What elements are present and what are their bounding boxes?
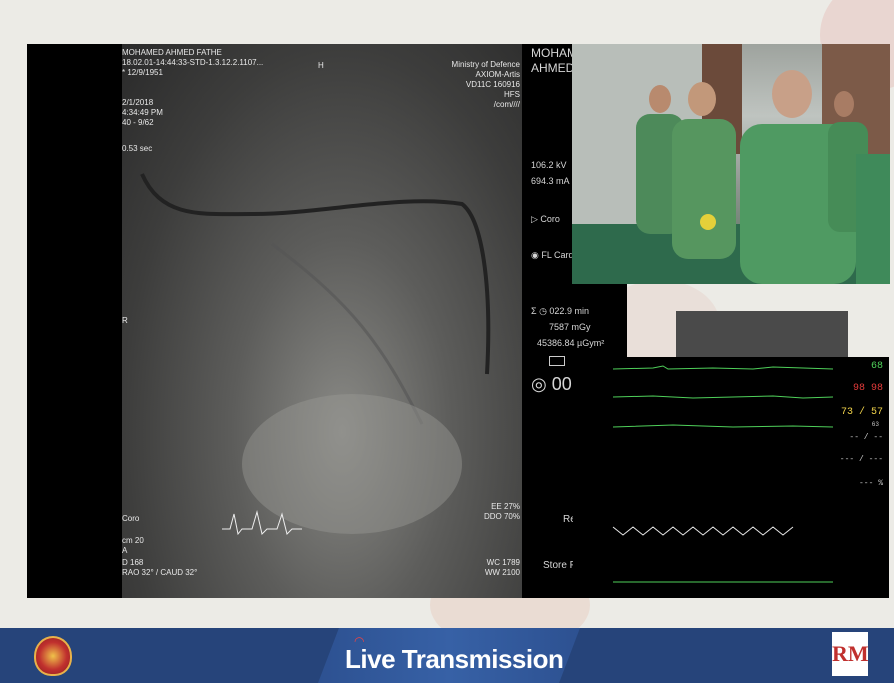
store-button[interactable]: Store F xyxy=(543,560,576,571)
orientation-marker-h: H xyxy=(318,61,324,70)
frame-duration: 0.53 sec xyxy=(122,144,153,153)
orientation-marker-r: R xyxy=(122,316,128,325)
edge-enhancement: EE 27% xyxy=(491,502,520,511)
live-transmission-title: Live Transmission xyxy=(345,644,564,674)
store-counter: ◎ 00 xyxy=(531,374,572,394)
mean-pressure-value: 63 xyxy=(871,421,879,428)
battery-icon xyxy=(549,356,565,366)
heart-rate-value: 68 xyxy=(870,361,883,372)
fluoro-time: Σ ◷ 022.9 min xyxy=(531,306,589,316)
window-center: WC 1789 xyxy=(486,558,520,567)
tube-current: 694.3 mA xyxy=(531,176,570,186)
institution: Ministry of Defence xyxy=(451,60,520,69)
secondary-pressure: -- / -- xyxy=(849,433,883,442)
system-name: AXIOM-Artis xyxy=(475,70,520,79)
angiography-panel: MOHAMED AHMED FATHE 18.02.01-14:44:33-ST… xyxy=(27,44,527,598)
patient-name: MOHAMED AHMED FATHE xyxy=(122,48,222,57)
program-fl-card: ◉ FL Card xyxy=(531,250,574,260)
side-name-line1: MOHAM xyxy=(531,46,577,60)
com-label: /com//// xyxy=(493,100,520,109)
waveform-display xyxy=(612,365,834,583)
percentage-reading: --- % xyxy=(858,479,883,488)
tertiary-pressure: --- / --- xyxy=(839,455,883,464)
air-kerma: 7587 mGy xyxy=(549,322,591,332)
field-size: cm 20 xyxy=(122,536,144,545)
frame-counter: 40 - 9/62 xyxy=(122,118,154,127)
dose-area-product: 45386.84 µGym² xyxy=(537,338,605,348)
patient-dob: * 12/9/1951 xyxy=(122,68,163,77)
blood-pressure-value: 73 / 57 xyxy=(840,407,883,418)
plane-label: A xyxy=(122,546,128,555)
study-date: 2/1/2018 xyxy=(122,98,154,107)
study-time: 4:34:49 PM xyxy=(122,108,163,117)
bottom-banner: ◠ Live Transmission RM xyxy=(0,628,894,683)
mode-label: Coro xyxy=(122,514,140,523)
fluoro-icon: ◉ xyxy=(531,250,542,260)
patient-position: HFS xyxy=(504,90,520,99)
program-coro: ▷ Coro xyxy=(531,214,560,224)
distance-label: D 168 xyxy=(122,558,144,567)
disk-icon: ◎ xyxy=(531,374,552,394)
ddo-value: DDO 70% xyxy=(483,512,520,521)
tube-voltage: 106.2 kV xyxy=(531,160,567,170)
blank-panel xyxy=(676,311,848,359)
patient-vital-signs-monitor: 68 98 98 73 / 57 63 -- / -- --- / --- --… xyxy=(573,357,889,598)
timer-icon: Σ ◷ xyxy=(531,306,550,316)
right-logo: RM xyxy=(832,632,869,676)
study-line: 18.02.01-14:44:33-STD-1.3.12.2.1107... xyxy=(122,58,264,67)
left-emblem-icon xyxy=(34,636,72,676)
projection-angle: RAO 32° / CAUD 32° xyxy=(122,568,198,577)
angiography-image: MOHAMED AHMED FATHE 18.02.01-14:44:33-ST… xyxy=(122,44,522,598)
catheter-drawing xyxy=(140,173,491,536)
window-width: WW 2100 xyxy=(484,568,520,577)
system-version: VD11C 160916 xyxy=(465,80,520,89)
spo2-values: 98 98 xyxy=(852,383,883,394)
side-name-line2: AHMED xyxy=(531,61,575,75)
program-icon: ▷ xyxy=(531,214,541,224)
operating-room-scene xyxy=(572,44,890,284)
operating-room-camera-feed xyxy=(572,44,890,284)
right-logo-text: RM xyxy=(832,641,869,666)
